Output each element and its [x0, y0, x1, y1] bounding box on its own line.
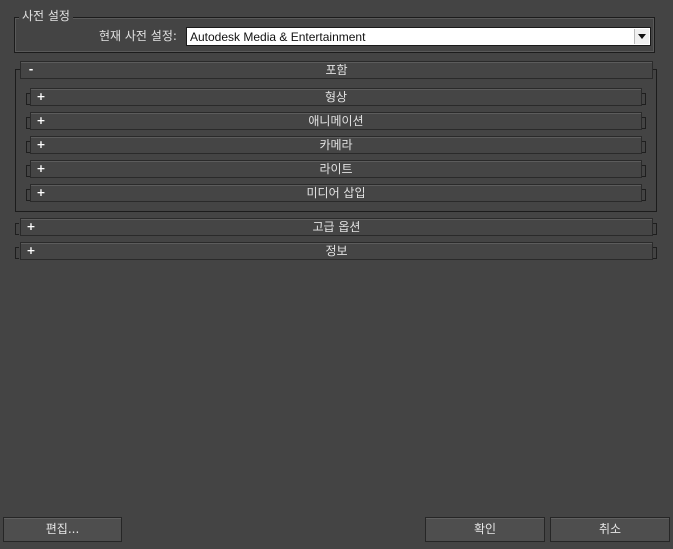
rollout-bracket-right: [653, 247, 657, 259]
rollout-bracket-right: [642, 93, 646, 105]
chevron-down-icon[interactable]: [634, 29, 649, 44]
rollout-info[interactable]: + 정보: [20, 242, 653, 260]
rollout-bracket-right: [642, 141, 646, 153]
rollout-bracket-right: [642, 117, 646, 129]
rollout-info-label: 정보: [325, 244, 348, 258]
rollout-embed-media[interactable]: + 미디어 삽입: [30, 184, 642, 202]
rollout-advanced-options-label: 고급 옵션: [312, 220, 361, 234]
rollout-embed-media-label: 미디어 삽입: [306, 186, 366, 200]
rollout-animation-label: 애니메이션: [308, 114, 364, 128]
ok-button[interactable]: 확인: [425, 517, 545, 542]
rollout-animation[interactable]: + 애니메이션: [30, 112, 642, 130]
rollout-bracket-left: [15, 223, 19, 235]
cancel-button[interactable]: 취소: [550, 517, 670, 542]
rollout-include-label: 포함: [325, 63, 348, 77]
rollout-bracket-left: [15, 247, 19, 259]
rollout-geometry-label: 형상: [324, 90, 348, 104]
rollout-camera-label: 카메라: [319, 138, 353, 152]
preset-group-title: 사전 설정: [19, 9, 73, 23]
rollout-geometry[interactable]: + 형상: [30, 88, 642, 106]
rollout-bracket-right: [642, 165, 646, 177]
current-preset-dropdown[interactable]: Autodesk Media & Entertainment: [186, 27, 651, 46]
rollout-bracket-right: [642, 189, 646, 201]
rollout-include[interactable]: - 포함: [20, 61, 653, 79]
edit-button[interactable]: 편집...: [3, 517, 122, 542]
current-preset-value: Autodesk Media & Entertainment: [190, 30, 366, 44]
rollout-camera[interactable]: + 카메라: [30, 136, 642, 154]
rollout-bracket-right: [653, 223, 657, 235]
rollout-light[interactable]: + 라이트: [30, 160, 642, 178]
export-settings-dialog: 사전 설정 현재 사전 설정: Autodesk Media & Enterta…: [0, 0, 673, 549]
current-preset-label: 현재 사전 설정:: [99, 29, 177, 43]
rollout-light-label: 라이트: [319, 162, 353, 176]
rollout-advanced-options[interactable]: + 고급 옵션: [20, 218, 653, 236]
